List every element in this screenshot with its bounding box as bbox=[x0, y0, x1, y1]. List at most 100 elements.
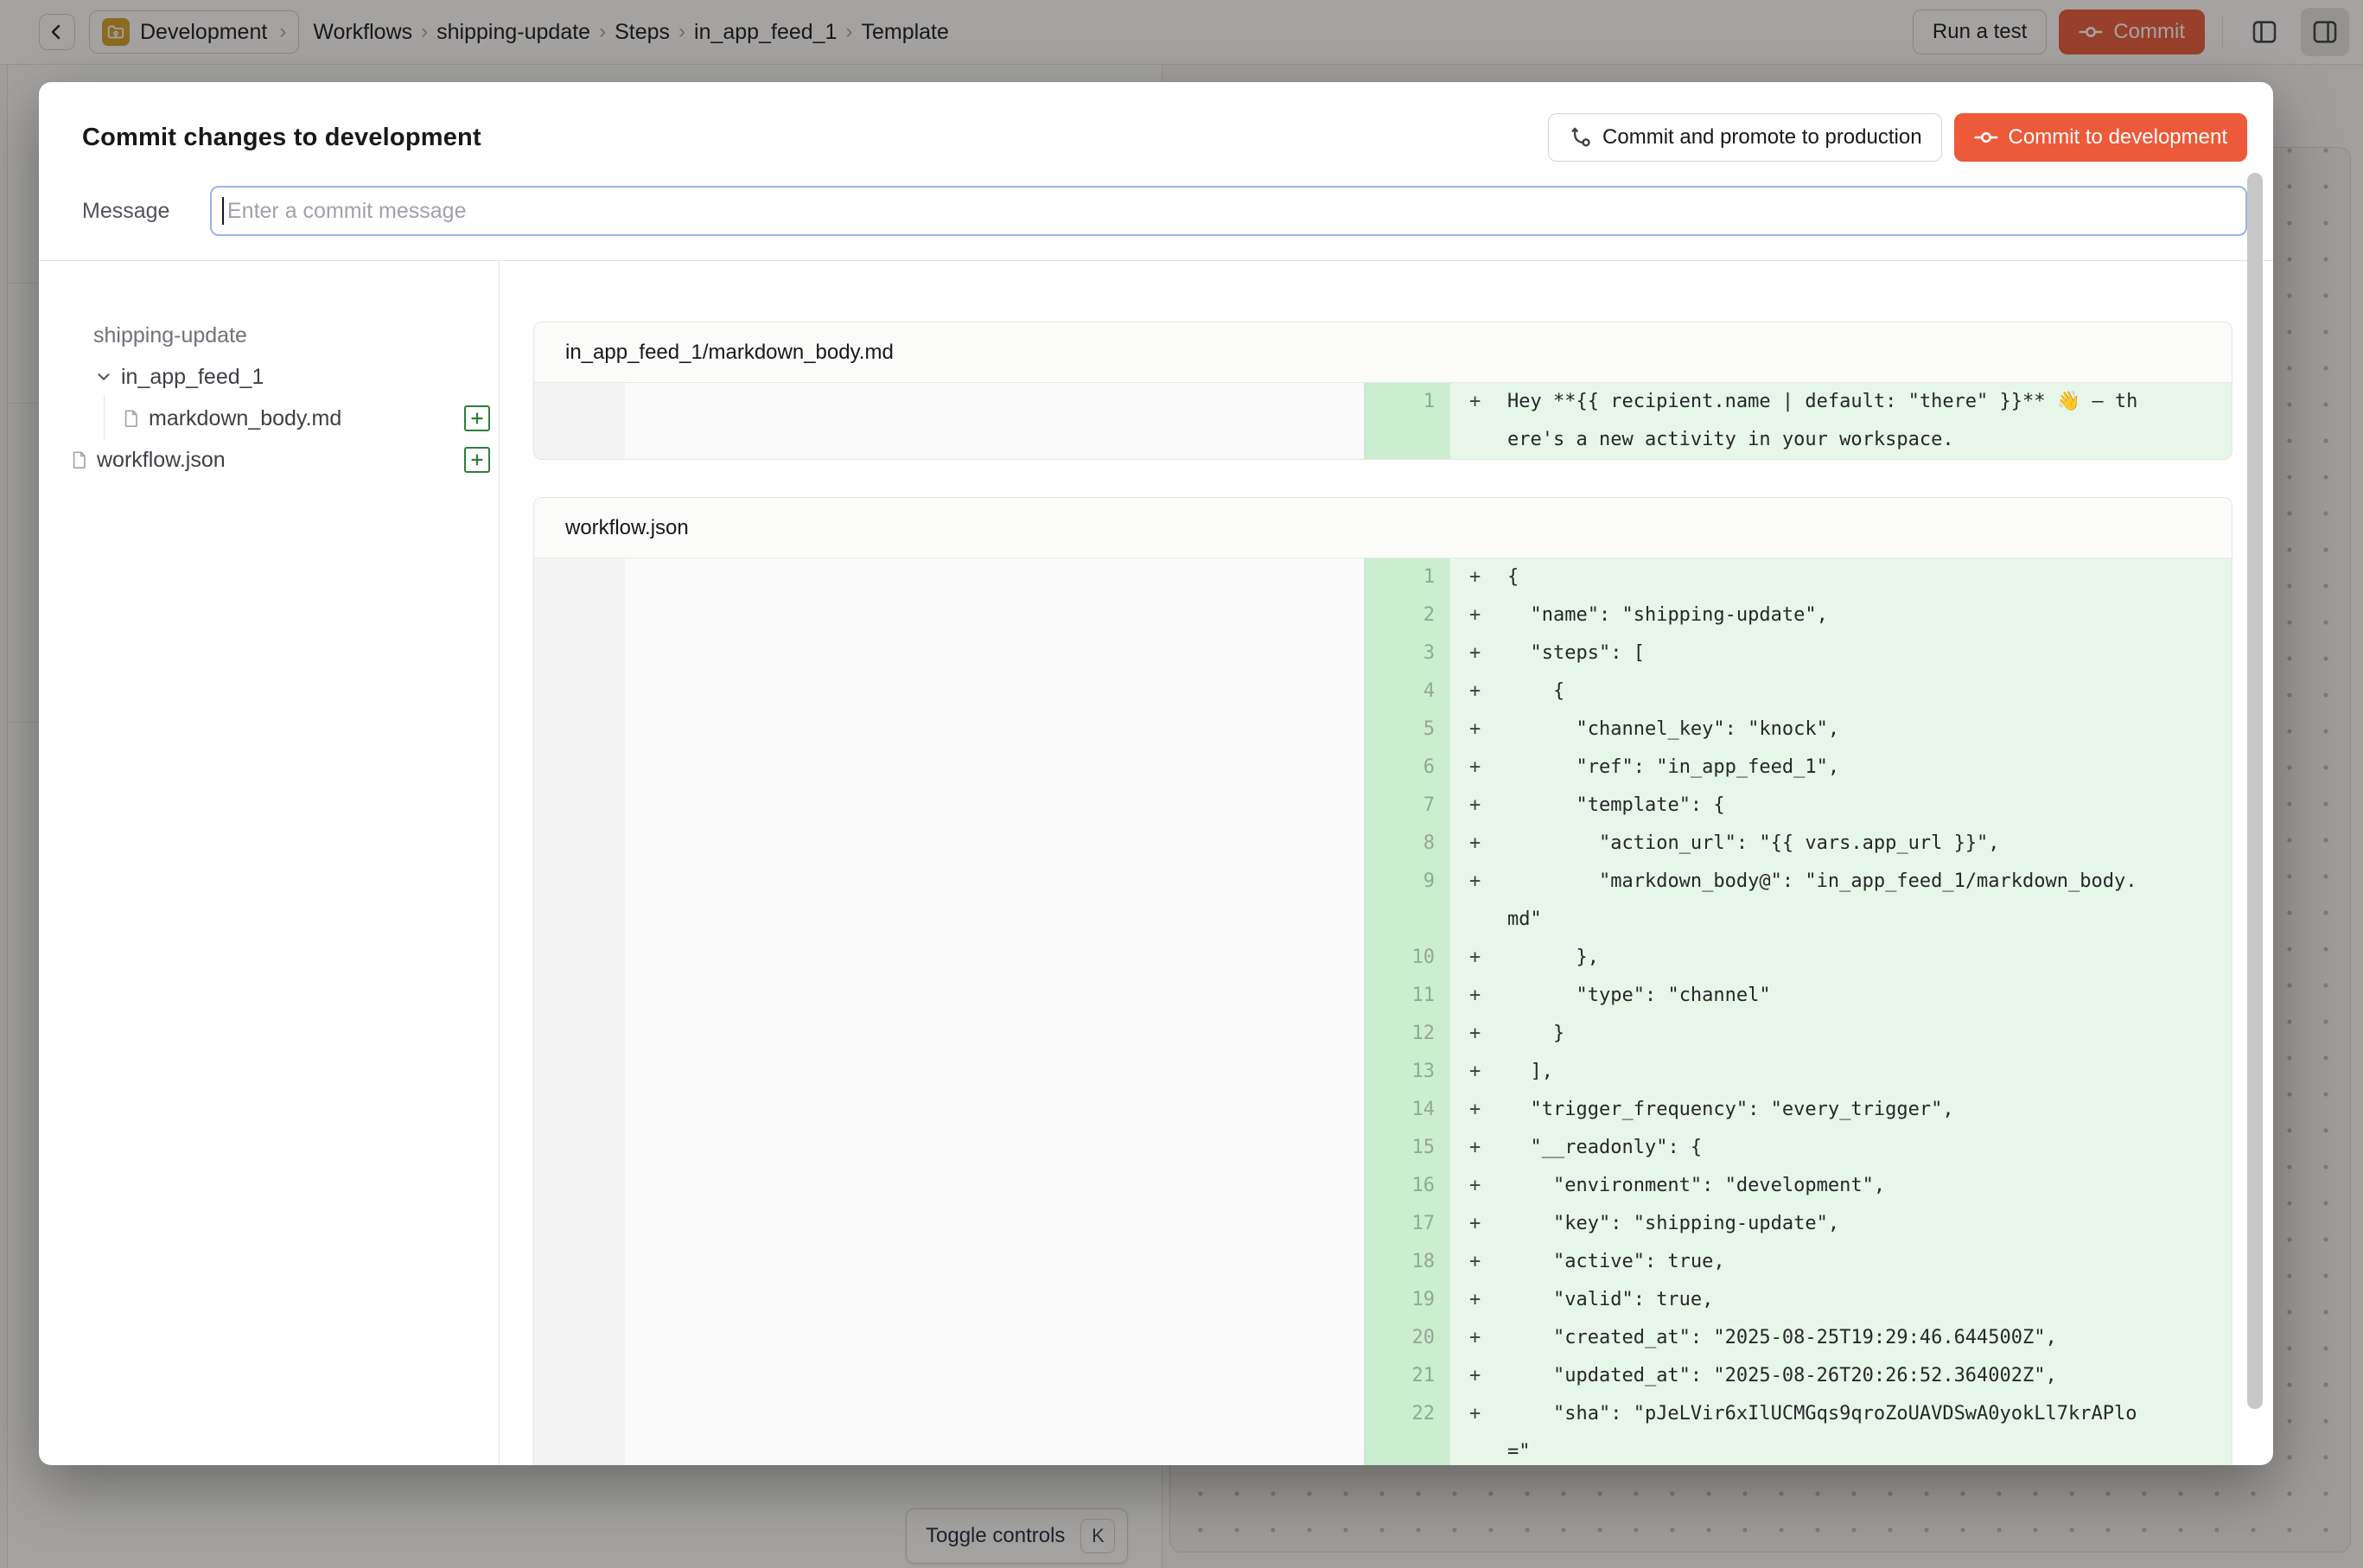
line-code: "trigger_frequency": "every_trigger",+ bbox=[1450, 1091, 2232, 1129]
line-number: 21 bbox=[1364, 1357, 1450, 1395]
commit-to-development-button[interactable]: Commit to development bbox=[1954, 113, 2247, 162]
added-marker: + bbox=[1469, 1243, 1481, 1281]
added-marker: + bbox=[1469, 1053, 1481, 1091]
diff-line: 2 "name": "shipping-update",+ bbox=[1364, 596, 2232, 634]
diff-line: 9 "markdown_body@": "in_app_feed_1/markd… bbox=[1364, 863, 2232, 939]
added-marker: + bbox=[1469, 1357, 1481, 1395]
line-code: "key": "shipping-update",+ bbox=[1450, 1205, 2232, 1243]
added-lines-column: 1Hey **{{ recipient.name | default: "the… bbox=[1364, 383, 2232, 459]
diff-file-card: in_app_feed_1/markdown_body.md1Hey **{{ … bbox=[533, 322, 2232, 460]
line-code: "updated_at": "2025-08-26T20:26:52.36400… bbox=[1450, 1357, 2232, 1395]
commit-changes-modal: Commit changes to development Commit and… bbox=[39, 82, 2273, 1465]
diff-line: 12 }+ bbox=[1364, 1015, 2232, 1053]
file-icon bbox=[122, 409, 141, 428]
added-marker: + bbox=[1469, 596, 1481, 634]
modal-header: Commit changes to development Commit and… bbox=[39, 82, 2273, 261]
commit-and-promote-button[interactable]: Commit and promote to production bbox=[1548, 113, 1942, 162]
line-code: {+ bbox=[1450, 672, 2232, 711]
line-code: "valid": true,+ bbox=[1450, 1281, 2232, 1319]
added-marker: + bbox=[1469, 749, 1481, 787]
line-code: "markdown_body@": "in_app_feed_1/markdow… bbox=[1450, 863, 2232, 939]
diff-add-icon bbox=[464, 447, 490, 473]
tree-item-step-group[interactable]: in_app_feed_1 bbox=[39, 356, 499, 398]
tree-item-workflow-json[interactable]: workflow.json bbox=[39, 439, 499, 481]
diff-line: 3 "steps": [+ bbox=[1364, 634, 2232, 672]
diff-line: 16 "environment": "development",+ bbox=[1364, 1167, 2232, 1205]
line-number: 6 bbox=[1364, 749, 1450, 787]
added-marker: + bbox=[1469, 787, 1481, 825]
message-label: Message bbox=[82, 199, 210, 224]
line-code: },+ bbox=[1450, 939, 2232, 977]
line-code: "type": "channel"+ bbox=[1450, 977, 2232, 1015]
line-number: 18 bbox=[1364, 1243, 1450, 1281]
line-code: "template": {+ bbox=[1450, 787, 2232, 825]
modal-scrollbar-thumb[interactable] bbox=[2247, 173, 2263, 1409]
modal-body: shipping-update in_app_feed_1 markdown_b… bbox=[39, 261, 2273, 1465]
added-marker: + bbox=[1469, 634, 1481, 672]
diff-line: 6 "ref": "in_app_feed_1",+ bbox=[1364, 749, 2232, 787]
old-content-blank bbox=[625, 383, 1364, 459]
added-marker: + bbox=[1469, 939, 1481, 977]
line-number: 14 bbox=[1364, 1091, 1450, 1129]
added-marker: + bbox=[1469, 1091, 1481, 1129]
diff-line: 15 "__readonly": {+ bbox=[1364, 1129, 2232, 1167]
line-code: "__readonly": {+ bbox=[1450, 1129, 2232, 1167]
diff-file-card: workflow.json1{+2 "name": "shipping-upda… bbox=[533, 497, 2232, 1465]
line-number: 13 bbox=[1364, 1053, 1450, 1091]
added-marker: + bbox=[1469, 1205, 1481, 1243]
changed-files-tree: shipping-update in_app_feed_1 markdown_b… bbox=[39, 261, 500, 1465]
diff-line: 13 ],+ bbox=[1364, 1053, 2232, 1091]
old-content-blank bbox=[625, 558, 1364, 1465]
diff-line: 19 "valid": true,+ bbox=[1364, 1281, 2232, 1319]
added-marker: + bbox=[1469, 863, 1481, 901]
diff-line: 5 "channel_key": "knock",+ bbox=[1364, 711, 2232, 749]
line-number: 10 bbox=[1364, 939, 1450, 977]
added-marker: + bbox=[1469, 383, 1481, 421]
line-code: "sha": "pJeLVir6xIlUCMGqs9qroZoUAVDSwA0y… bbox=[1450, 1395, 2232, 1465]
app-screen: Development › Workflows›shipping-update›… bbox=[0, 0, 2363, 1568]
old-line-gutter bbox=[534, 558, 625, 1465]
diff-line: 1{+ bbox=[1364, 558, 2232, 596]
commit-message-input[interactable] bbox=[210, 186, 2247, 236]
line-number: 3 bbox=[1364, 634, 1450, 672]
line-code: ],+ bbox=[1450, 1053, 2232, 1091]
line-number: 17 bbox=[1364, 1205, 1450, 1243]
commit-icon bbox=[1974, 125, 1998, 150]
line-number: 15 bbox=[1364, 1129, 1450, 1167]
promote-icon bbox=[1568, 125, 1592, 150]
text-caret bbox=[222, 197, 224, 225]
diff-panel: in_app_feed_1/markdown_body.md1Hey **{{ … bbox=[500, 261, 2273, 1465]
tree-item-workflow-root: shipping-update bbox=[39, 315, 499, 356]
diff-line: 1Hey **{{ recipient.name | default: "the… bbox=[1364, 383, 2232, 459]
line-code: "created_at": "2025-08-25T19:29:46.64450… bbox=[1450, 1319, 2232, 1357]
line-code: "ref": "in_app_feed_1",+ bbox=[1450, 749, 2232, 787]
diff-file-name: in_app_feed_1/markdown_body.md bbox=[534, 322, 2232, 383]
line-number: 16 bbox=[1364, 1167, 1450, 1205]
line-number: 7 bbox=[1364, 787, 1450, 825]
line-code: "channel_key": "knock",+ bbox=[1450, 711, 2232, 749]
old-line-gutter bbox=[534, 383, 625, 459]
diff-body: 1Hey **{{ recipient.name | default: "the… bbox=[534, 383, 2232, 459]
line-number: 1 bbox=[1364, 558, 1450, 596]
line-code: "environment": "development",+ bbox=[1450, 1167, 2232, 1205]
added-lines-column: 1{+2 "name": "shipping-update",+3 "steps… bbox=[1364, 558, 2232, 1465]
diff-line: 7 "template": {+ bbox=[1364, 787, 2232, 825]
diff-file-name: workflow.json bbox=[534, 498, 2232, 558]
diff-line: 14 "trigger_frequency": "every_trigger",… bbox=[1364, 1091, 2232, 1129]
added-marker: + bbox=[1469, 1281, 1481, 1319]
diff-line: 22 "sha": "pJeLVir6xIlUCMGqs9qroZoUAVDSw… bbox=[1364, 1395, 2232, 1465]
chevron-down-icon bbox=[94, 367, 113, 386]
line-number: 2 bbox=[1364, 596, 1450, 634]
diff-line: 10 },+ bbox=[1364, 939, 2232, 977]
added-marker: + bbox=[1469, 825, 1481, 863]
added-marker: + bbox=[1469, 1167, 1481, 1205]
tree-item-markdown-body[interactable]: markdown_body.md bbox=[39, 398, 499, 439]
diff-add-icon bbox=[464, 405, 490, 431]
diff-line: 17 "key": "shipping-update",+ bbox=[1364, 1205, 2232, 1243]
line-number: 12 bbox=[1364, 1015, 1450, 1053]
diff-line: 11 "type": "channel"+ bbox=[1364, 977, 2232, 1015]
line-code: "name": "shipping-update",+ bbox=[1450, 596, 2232, 634]
added-marker: + bbox=[1469, 711, 1481, 749]
line-number: 19 bbox=[1364, 1281, 1450, 1319]
line-number: 22 bbox=[1364, 1395, 1450, 1465]
